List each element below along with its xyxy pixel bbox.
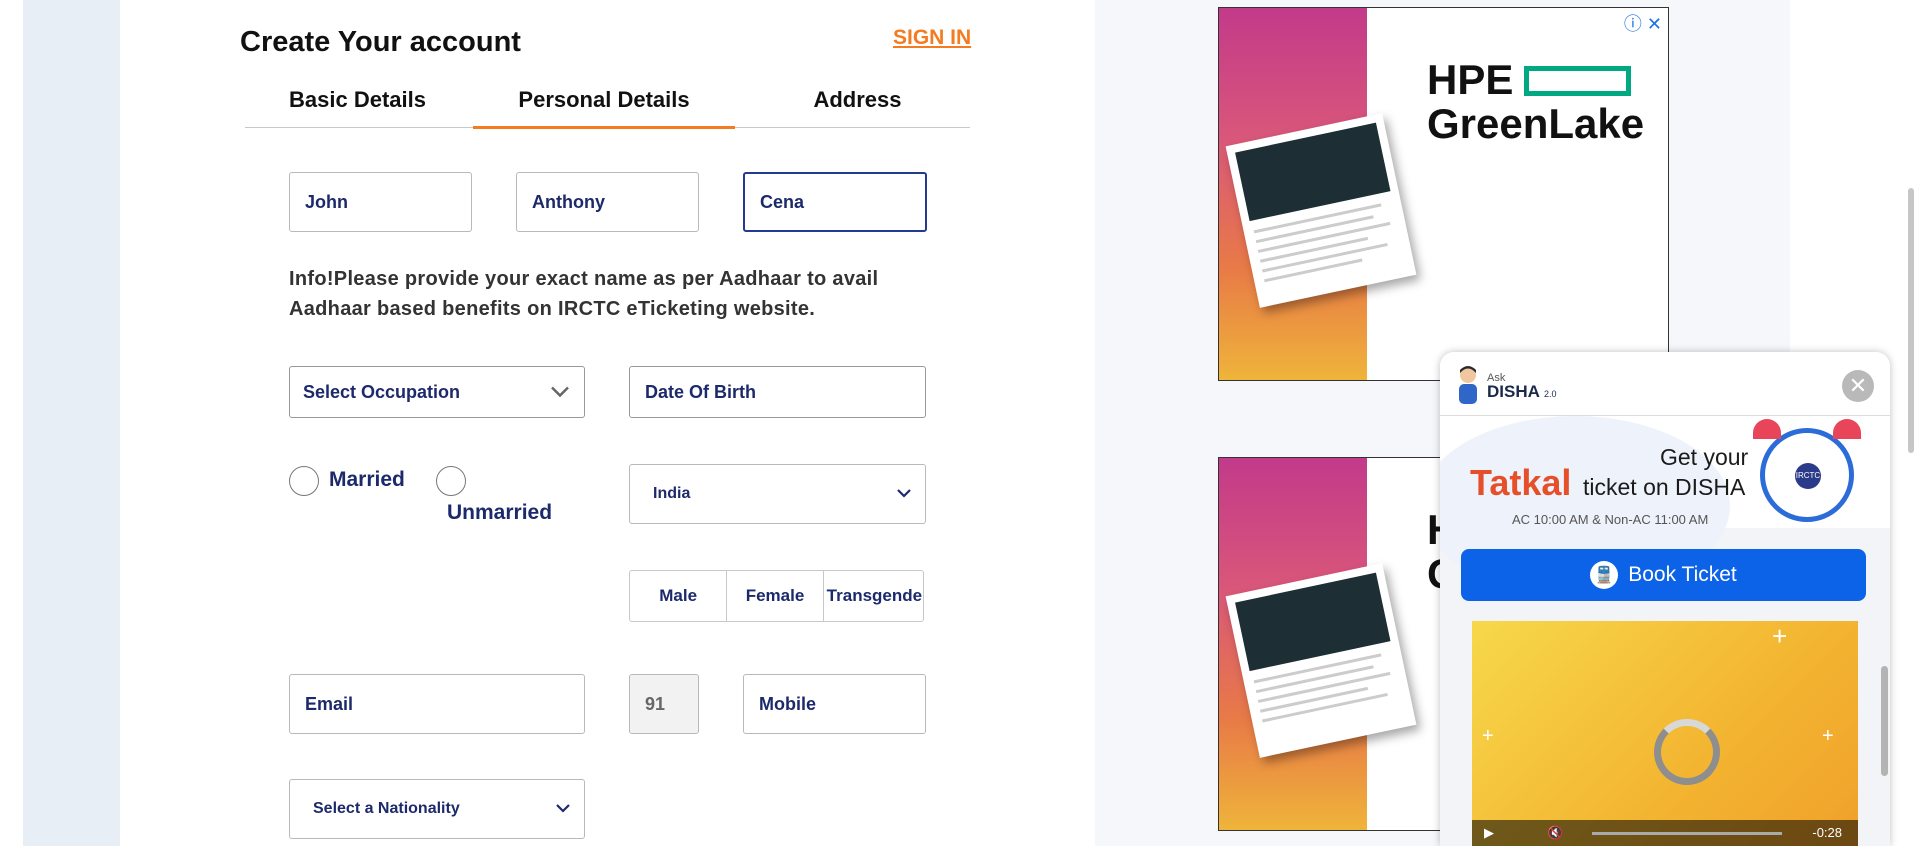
video-progress-bar[interactable]	[1592, 832, 1782, 835]
disha-avatar-icon	[1459, 366, 1477, 404]
disha-title: DISHA 2.0	[1487, 382, 1557, 401]
chevron-down-icon	[556, 800, 570, 818]
gender-female-button[interactable]: Female	[727, 571, 824, 621]
last-name-field[interactable]: Cena	[743, 172, 927, 232]
country-code-field: 91	[629, 674, 699, 734]
banner-times: AC 10:00 AM & Non-AC 11:00 AM	[1512, 512, 1709, 527]
hpe-greenlake-ad-top[interactable]: HPE GreenLake ⓘ ✕	[1218, 7, 1669, 381]
middle-name-value: Anthony	[532, 191, 605, 212]
irctc-logo-icon: IRCTC	[1795, 463, 1821, 489]
sparkle-icon: +	[1772, 621, 1788, 651]
video-time: -0:28	[1812, 825, 1842, 840]
first-name-field[interactable]: John	[289, 172, 472, 232]
occupation-value: Select Occupation	[303, 381, 461, 402]
middle-name-field[interactable]: Anthony	[516, 172, 699, 232]
country-value: India	[653, 485, 691, 502]
email-placeholder: Email	[305, 693, 354, 714]
nationality-select[interactable]: Select a Nationality	[289, 779, 585, 839]
sparkle-icon: +	[1482, 725, 1494, 747]
chevron-down-icon	[550, 382, 570, 403]
ad-document-image	[1225, 563, 1417, 758]
banner-get-your: Get your	[1660, 444, 1749, 470]
sparkle-icon: +	[1822, 725, 1834, 747]
unmarried-radio[interactable]	[436, 466, 466, 496]
page-scrollbar[interactable]	[1908, 188, 1914, 453]
disha-chat-widget: Ask DISHA 2.0 ✕ Get your Tatkal ticket o…	[1440, 352, 1890, 846]
gender-transgender-button[interactable]: Transgender	[824, 571, 923, 621]
mute-icon[interactable]: 🔇	[1547, 825, 1563, 841]
first-name-value: John	[305, 191, 348, 212]
unmarried-label: Unmarried	[447, 501, 553, 524]
tab-address[interactable]: Address	[745, 82, 970, 128]
last-name-value: Cena	[760, 191, 805, 212]
dob-placeholder: Date Of Birth	[645, 381, 757, 402]
ad-choices-icon[interactable]: ⓘ ✕	[1624, 10, 1662, 36]
book-ticket-label: Book Ticket	[1628, 563, 1737, 586]
married-label: Married	[329, 468, 405, 491]
book-ticket-button[interactable]: 🚆 Book Ticket	[1461, 549, 1866, 601]
sign-in-link[interactable]: SIGN IN	[893, 26, 971, 50]
close-icon[interactable]: ✕	[1842, 370, 1874, 402]
gender-male-button[interactable]: Male	[630, 571, 728, 621]
gender-selector: Male Female Transgender	[629, 570, 924, 622]
aadhaar-info-text: Info!Please provide your exact name as p…	[289, 268, 879, 320]
video-controls: ▶ 🔇 -0:28	[1472, 820, 1858, 846]
occupation-select[interactable]: Select Occupation	[289, 366, 585, 418]
mobile-field[interactable]: Mobile	[743, 674, 926, 734]
banner-ticket-on: ticket on DISHA	[1583, 474, 1746, 500]
ad-document-image	[1225, 113, 1417, 308]
tab-personal-details[interactable]: Personal Details	[473, 82, 735, 129]
country-code-value: 91	[645, 693, 666, 714]
nationality-value: Select a Nationality	[313, 800, 460, 817]
chevron-down-icon	[897, 485, 911, 503]
married-radio[interactable]	[289, 466, 319, 496]
country-select[interactable]: India	[629, 464, 926, 524]
disha-scrollbar[interactable]	[1881, 666, 1888, 776]
date-of-birth-field[interactable]: Date Of Birth	[629, 366, 926, 418]
tab-basic-details[interactable]: Basic Details	[245, 82, 470, 128]
play-icon[interactable]: ▶	[1484, 825, 1494, 841]
banner-tatkal: Tatkal	[1470, 462, 1572, 503]
disha-header: Ask DISHA 2.0 ✕	[1440, 352, 1890, 416]
form-title: Create Your account	[240, 26, 521, 58]
tatkal-banner[interactable]: Get your Tatkal ticket on DISHA AC 10:00…	[1440, 416, 1890, 596]
hpe-logo-box	[1524, 66, 1631, 96]
page-left-margin	[0, 0, 23, 846]
train-icon: 🚆	[1590, 561, 1619, 589]
email-field[interactable]: Email	[289, 674, 585, 734]
loading-spinner	[1654, 719, 1720, 785]
registration-tabs: Basic Details Personal Details Address	[245, 82, 970, 129]
alarm-clock-icon: IRCTC	[1753, 419, 1861, 522]
mobile-placeholder: Mobile	[759, 693, 816, 714]
promo-video[interactable]: + + + ▶ 🔇 -0:28	[1472, 621, 1858, 846]
